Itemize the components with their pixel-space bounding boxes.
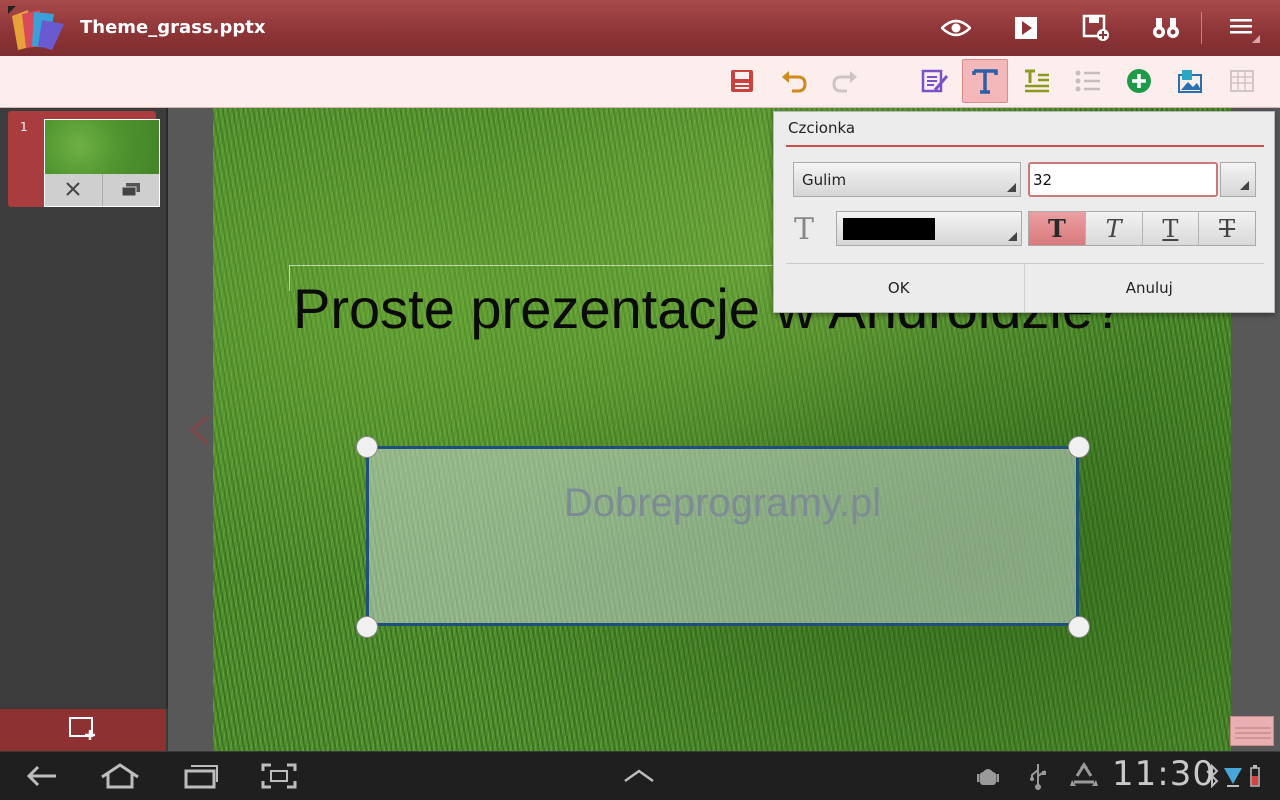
edit-text-icon[interactable] xyxy=(912,59,958,103)
save-icon[interactable] xyxy=(719,59,765,103)
slide-number: 1 xyxy=(20,120,28,134)
dropdown-corner-icon xyxy=(1007,183,1016,192)
text-color-icon: T xyxy=(794,212,815,247)
sync-recycle-icon xyxy=(1068,762,1100,790)
text-format-icon[interactable] xyxy=(962,59,1008,103)
font-size-dropdown-button[interactable] xyxy=(1220,162,1256,197)
delete-slide-button[interactable] xyxy=(45,174,102,206)
eye-icon[interactable] xyxy=(938,10,974,46)
app-logo-icon[interactable] xyxy=(8,6,68,52)
wifi-signal-icon xyxy=(1222,762,1244,790)
scroll-handle[interactable] xyxy=(1230,716,1274,746)
dialog-title: Czcionka xyxy=(788,119,856,137)
table-icon[interactable] xyxy=(1219,59,1265,103)
underline-toggle[interactable]: T xyxy=(1141,212,1199,245)
binoculars-icon[interactable] xyxy=(1148,10,1184,46)
resize-handle-bottom-left[interactable] xyxy=(356,616,378,638)
font-style-toggles: T T T T xyxy=(1028,211,1256,246)
dropdown-corner-icon xyxy=(1240,181,1249,190)
battery-icon xyxy=(1246,762,1264,790)
font-size-input[interactable]: 32 xyxy=(1028,162,1218,197)
text-box-content[interactable]: Dobreprogramy.pl xyxy=(564,481,881,623)
android-debug-icon xyxy=(974,762,1002,790)
bold-toggle[interactable]: T xyxy=(1029,212,1085,245)
document-title: Theme_grass.pptx xyxy=(80,17,266,38)
resize-handle-bottom-right[interactable] xyxy=(1068,616,1090,638)
recent-apps-icon[interactable] xyxy=(182,762,220,790)
usb-icon xyxy=(1024,762,1052,790)
paragraph-icon[interactable] xyxy=(1014,59,1060,103)
thumbnail-actions xyxy=(45,174,159,206)
slide-thumbnail[interactable] xyxy=(44,119,160,207)
title-bar: Theme_grass.pptx xyxy=(0,0,1280,57)
title-placeholder-border-left xyxy=(289,265,291,291)
undo-icon[interactable] xyxy=(771,59,817,103)
cancel-button[interactable]: Anuluj xyxy=(1023,264,1275,312)
status-clock: 11:30 xyxy=(1112,754,1215,794)
bullet-list-icon[interactable] xyxy=(1065,59,1111,103)
dropdown-corner-icon xyxy=(1008,232,1017,241)
duplicate-icon xyxy=(121,181,141,200)
duplicate-slide-button[interactable] xyxy=(101,174,160,206)
selected-text-box[interactable]: Dobreprogramy.pl xyxy=(366,446,1079,626)
font-color-swatch xyxy=(843,218,935,240)
redo-icon[interactable] xyxy=(822,59,868,103)
strikethrough-toggle[interactable]: T xyxy=(1198,212,1255,245)
back-icon[interactable] xyxy=(22,762,60,790)
previous-slide-arrow-icon[interactable] xyxy=(186,412,212,448)
font-color-select[interactable] xyxy=(836,211,1022,246)
dialog-title-underline xyxy=(786,145,1264,147)
editing-toolbar xyxy=(0,56,1280,108)
titlebar-divider xyxy=(1201,12,1202,44)
resize-handle-top-right[interactable] xyxy=(1068,436,1090,458)
font-family-select[interactable]: Gulim xyxy=(793,162,1021,197)
resize-handle-top-left[interactable] xyxy=(356,436,378,458)
italic-toggle[interactable]: T xyxy=(1084,212,1142,245)
dialog-buttons: OK Anuluj xyxy=(774,264,1274,312)
play-icon[interactable] xyxy=(1008,10,1044,46)
slide-thumbnail-card[interactable]: 1 xyxy=(8,111,160,207)
add-icon[interactable] xyxy=(1116,59,1162,103)
close-icon xyxy=(66,181,80,200)
screenshot-icon[interactable] xyxy=(260,762,298,790)
font-dialog: Czcionka Gulim 32 T T T T T OK Anuluj xyxy=(773,111,1275,313)
home-icon[interactable] xyxy=(98,762,142,790)
chevron-up-icon[interactable] xyxy=(620,762,658,790)
add-slide-icon xyxy=(68,716,98,744)
slides-panel: 1 xyxy=(0,108,168,708)
add-slide-button[interactable] xyxy=(0,709,166,751)
insert-image-icon[interactable] xyxy=(1167,59,1213,103)
menu-icon[interactable] xyxy=(1224,10,1260,46)
font-family-value: Gulim xyxy=(802,171,847,189)
system-navigation-bar xyxy=(0,752,1280,800)
ok-button[interactable]: OK xyxy=(774,264,1024,312)
save-as-icon[interactable] xyxy=(1078,10,1114,46)
